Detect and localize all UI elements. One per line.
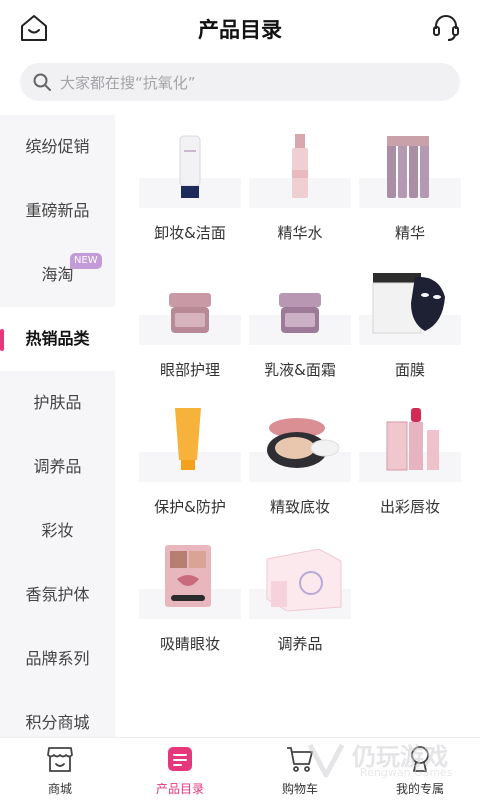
sidebar-item-label: 彩妆	[41, 521, 74, 540]
sidebar-item-supplements[interactable]: 调养品	[0, 435, 115, 499]
category-label: 乳液&面霜	[264, 361, 336, 379]
sidebar-item-overseas[interactable]: 海淘 NEW	[0, 243, 115, 307]
new-badge: NEW	[70, 253, 102, 269]
eyeshadow-palette-icon	[139, 545, 241, 619]
sidebar-item-label: 海淘	[41, 265, 74, 284]
cleanser-tube-icon	[139, 135, 241, 208]
category-item[interactable]: 保护&防护	[135, 404, 245, 541]
sidebar-item-label: 香氛护体	[25, 585, 90, 604]
tab-catalog[interactable]: 产品目录	[120, 738, 240, 800]
sidebar-item-label: 缤纷促销	[25, 137, 90, 156]
customer-service-icon[interactable]	[430, 12, 462, 44]
search-placeholder: 大家都在搜“抗氧化”	[60, 74, 196, 92]
category-item[interactable]: 调养品	[245, 541, 355, 678]
sidebar-item-label: 积分商城	[25, 713, 90, 732]
serum-vials-icon	[359, 136, 461, 208]
page-title: 产品目录	[198, 18, 282, 42]
sidebar-item-points-mall[interactable]: 积分商城	[0, 691, 115, 737]
category-grid: 卸妆&洁面 精华水 精华 眼部护理 乳液&面霜 面膜 保护&防护 精致底妆 出彩…	[135, 130, 465, 678]
sidebar-item-label: 品牌系列	[25, 649, 90, 668]
sidebar-item-label: 调养品	[33, 457, 82, 476]
store-icon	[47, 747, 73, 772]
tab-store[interactable]: 商城	[0, 738, 120, 800]
category-item[interactable]: 乳液&面霜	[245, 267, 355, 404]
category-label: 保护&防护	[154, 498, 226, 516]
category-item[interactable]: 眼部护理	[135, 267, 245, 404]
category-item[interactable]: 精华	[355, 130, 465, 267]
category-item[interactable]: 吸睛眼妆	[135, 541, 245, 678]
cushion-compact-icon	[249, 418, 351, 482]
category-item[interactable]: 卸妆&洁面	[135, 130, 245, 267]
tab-label: 商城	[47, 782, 72, 796]
sidebar-item-label: 重磅新品	[25, 201, 90, 220]
category-label: 卸妆&洁面	[154, 224, 226, 242]
top-bar: 产品目录	[0, 0, 480, 58]
face-cream-jar-icon	[249, 293, 351, 345]
category-label: 眼部护理	[159, 361, 220, 379]
category-label: 精华水	[277, 224, 323, 242]
category-item[interactable]: 精致底妆	[245, 404, 355, 541]
sidebar-item-makeup[interactable]: 彩妆	[0, 499, 115, 563]
watermark: 仍玩游戏 Rengwan Games	[300, 735, 470, 785]
category-label: 调养品	[277, 635, 323, 653]
watermark-subtext: Rengwan Games	[360, 766, 453, 779]
category-item[interactable]: 面膜	[355, 267, 465, 404]
sidebar-item-skincare[interactable]: 护肤品	[0, 371, 115, 435]
supplement-box-icon	[249, 548, 351, 619]
sidebar-item-label: 护肤品	[33, 393, 82, 412]
category-sidebar: 缤纷促销 重磅新品 海淘 NEW 热销品类 护肤品 调养品 彩妆 香氛护体 品牌系…	[0, 115, 115, 737]
category-label: 出彩唇妆	[379, 498, 440, 516]
category-item[interactable]: 出彩唇妆	[355, 404, 465, 541]
sidebar-item-brand-series[interactable]: 品牌系列	[0, 627, 115, 691]
search-icon	[33, 73, 51, 91]
catalog-icon	[168, 747, 192, 771]
sidebar-item-hot-categories[interactable]: 热销品类	[0, 307, 115, 371]
sidebar-item-new-arrivals[interactable]: 重磅新品	[0, 179, 115, 243]
category-item[interactable]: 精华水	[245, 130, 355, 267]
sunscreen-tube-icon	[139, 408, 241, 482]
sidebar-item-promotions[interactable]: 缤纷促销	[0, 115, 115, 179]
face-mask-icon	[359, 273, 461, 345]
category-label: 精华	[394, 224, 425, 242]
category-label: 精致底妆	[269, 498, 330, 516]
eye-cream-jar-icon	[139, 293, 241, 345]
watermark-logo-icon	[307, 743, 345, 778]
sidebar-item-label: 热销品类	[25, 329, 90, 348]
sidebar-item-fragrance[interactable]: 香氛护体	[0, 563, 115, 627]
category-label: 面膜	[394, 361, 425, 379]
lipstick-icon	[359, 408, 461, 482]
essence-bottle-icon	[249, 134, 351, 208]
tab-label: 产品目录	[155, 782, 204, 796]
search-bar[interactable]: 大家都在搜“抗氧化”	[20, 63, 460, 101]
category-label: 吸睛眼妆	[159, 635, 220, 653]
